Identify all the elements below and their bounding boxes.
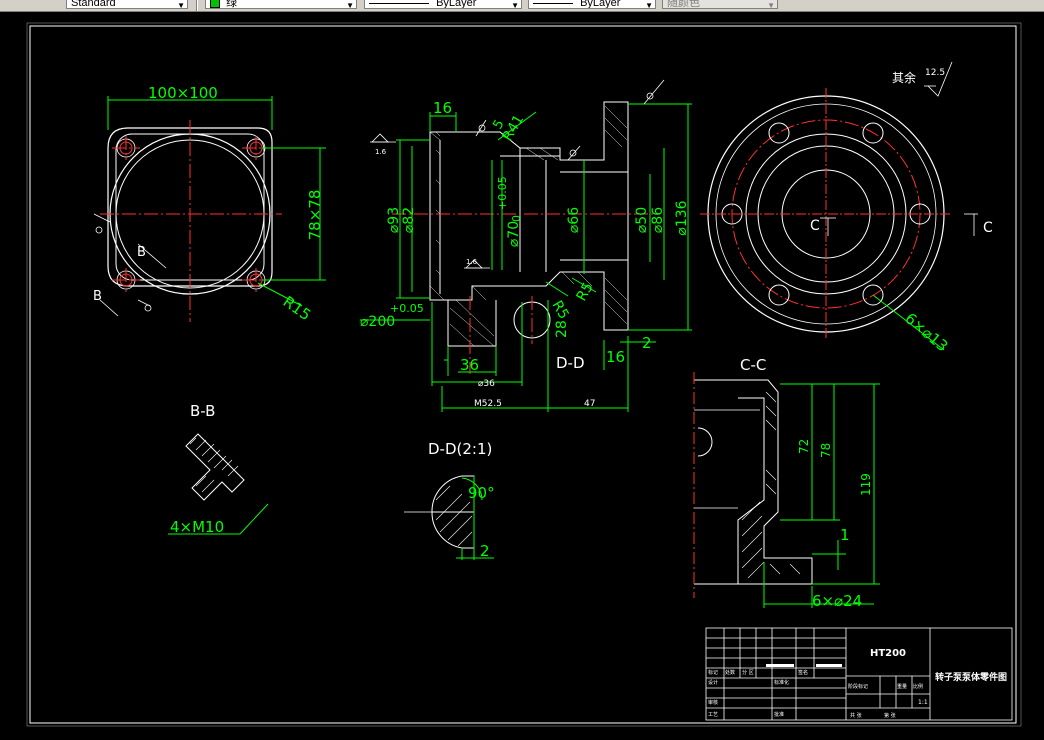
tb-cell: 工艺 [708, 712, 718, 718]
tb-cell: 标准化 [774, 679, 789, 686]
lineweight-dropdown[interactable]: ByLayer ▼ [528, 0, 656, 9]
cc-dim-1: 1 [840, 526, 850, 544]
color-value: 绿 [226, 0, 238, 9]
dim-phi93: ⌀93 [386, 207, 402, 233]
dim-phi66: ⌀66 [566, 207, 582, 233]
top-side-label: 78×78 [306, 190, 324, 241]
chevron-down-icon: ▼ [767, 1, 775, 9]
chevron-down-icon: ▼ [645, 1, 653, 9]
line-sample [369, 2, 429, 4]
drawing-border [29, 25, 1017, 724]
tb-cell: 审核 [708, 699, 718, 706]
roughness-1: 1.6 [375, 148, 387, 156]
dim-47: 47 [584, 399, 595, 409]
toolbar-separator [196, 0, 198, 11]
linetype-dropdown[interactable]: ByLayer ▼ [364, 0, 522, 9]
section-b-label: B [137, 245, 146, 260]
chevron-down-icon: ▼ [177, 1, 185, 9]
dim-2: 2 [642, 334, 652, 352]
line-sample [533, 2, 573, 4]
status-area [0, 734, 1044, 740]
dd-dim: 2 [480, 542, 490, 560]
section-c-label-2: C [983, 220, 993, 236]
dd-title: D-D(2:1) [428, 440, 492, 458]
cc-dim-78: 78 [819, 443, 833, 458]
cc-holes: 6×⌀24 [812, 592, 862, 610]
cad-drawing: 100×100 78×78 R15 B B 16 5 R41 1.6 1.6 ⌀… [26, 22, 1022, 727]
side-view [700, 61, 978, 351]
section-c-label: C [810, 218, 820, 234]
dim-tol-plus: +0.05 [496, 176, 509, 210]
dim-36: 36 [460, 356, 479, 374]
title-material: HT200 [870, 648, 906, 659]
bb-thread: 4×M10 [170, 518, 224, 536]
chevron-down-icon: ▼ [511, 1, 519, 9]
front-section-view [360, 79, 692, 412]
tb-cell: 标记 [708, 669, 718, 676]
dim-m52: M52.5 [474, 399, 502, 409]
dim-16b: 16 [606, 348, 625, 366]
dim-phi82: ⌀82 [401, 207, 417, 233]
dim-r5a: R5 [549, 298, 572, 322]
section-cc [693, 372, 880, 608]
dim-tol-200: +0.05 [390, 302, 424, 315]
dim-phi36: ⌀36 [478, 379, 495, 389]
plotstyle-dropdown[interactable]: 随颜色 ▼ [662, 0, 778, 9]
top-view [93, 96, 326, 322]
text-style-value: Standard [71, 0, 116, 9]
drawing-canvas[interactable]: 100×100 78×78 R15 B B 16 5 R41 1.6 1.6 ⌀… [0, 12, 1044, 734]
tb-cell: 设计 [708, 679, 718, 686]
color-dropdown[interactable]: 绿 ▼ [205, 0, 357, 9]
dim-phi136: ⌀136 [674, 200, 690, 235]
roughness-2: 1.6 [466, 258, 478, 266]
top-size-label: 100×100 [148, 84, 218, 102]
dim-phi86: ⌀86 [650, 207, 666, 233]
lineweight-value: ByLayer [580, 0, 621, 9]
chevron-down-icon: ▼ [346, 1, 354, 9]
bb-title: B-B [190, 402, 215, 420]
title-scale: 1:1 [918, 699, 928, 706]
tb-cell: 分 区 [742, 669, 754, 676]
tb-cell: 批准 [774, 711, 784, 718]
cc-dim-119: 119 [859, 473, 873, 496]
tb-cell: 重量 [897, 683, 907, 690]
text-style-dropdown[interactable]: Standard ▼ [66, 0, 188, 9]
roughness-value: 12.5 [925, 68, 945, 78]
dim-r41: R41 [500, 112, 528, 144]
tb-cell: 签名 [798, 669, 808, 676]
cc-title: C-C [740, 356, 766, 374]
section-b-label-2: B [93, 289, 102, 304]
tb-cell: 比例 [913, 683, 923, 690]
dim-phi70: ⌀70 [506, 221, 522, 247]
dd-callout: D-D [556, 354, 585, 372]
dd-angle: 90° [468, 484, 495, 502]
tb-cell: 阶段标记 [848, 683, 868, 690]
dim-phi50: ⌀50 [634, 207, 650, 233]
tb-cell: 第 张 [884, 712, 896, 719]
cc-dim-72: 72 [797, 439, 811, 454]
tb-cell: 处数 [725, 669, 735, 676]
title-part-name: 转子泵泵体零件图 [935, 671, 1007, 683]
dim-phi200: ⌀200 [360, 314, 395, 330]
linetype-value: ByLayer [436, 0, 477, 9]
side-holes-label: 6×⌀13 [901, 309, 951, 355]
dim-16-top: 16 [433, 99, 452, 117]
color-swatch [210, 0, 220, 8]
dim-r5b: R5 [574, 280, 597, 304]
properties-toolbar: Standard ▼ 绿 ▼ ByLayer ▼ ByLayer ▼ 随颜色 ▼ [0, 0, 1044, 12]
plotstyle-value: 随颜色 [667, 0, 700, 9]
tb-cell: 共 张 [850, 712, 862, 719]
dim-28: 28 [554, 320, 570, 338]
other-roughness-label: 其余 [892, 70, 916, 85]
